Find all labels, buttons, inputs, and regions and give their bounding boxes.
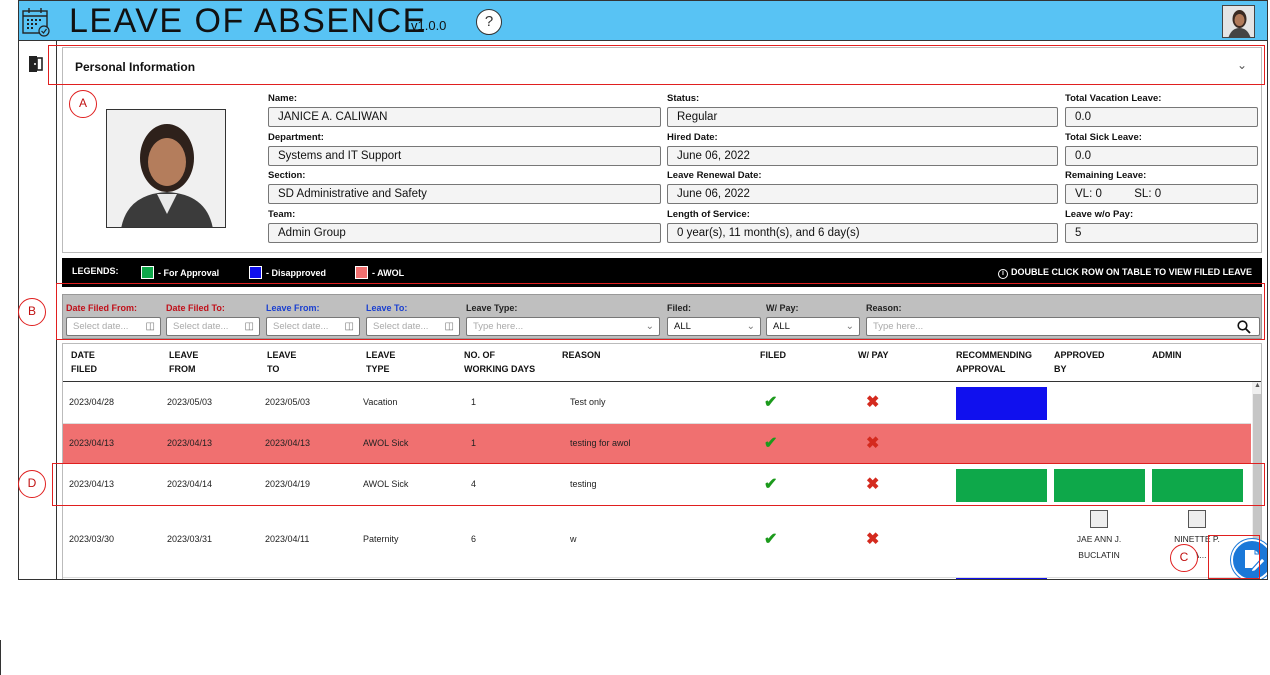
department-field: Department: Systems and IT Support xyxy=(268,132,661,166)
green-swatch xyxy=(141,266,154,279)
blue-swatch xyxy=(249,266,262,279)
renewal-date-field: Leave Renewal Date: June 06, 2022 xyxy=(667,170,1058,204)
status-value: Regular xyxy=(667,107,1058,127)
check-icon: ✔ xyxy=(764,435,778,452)
page-edge-line xyxy=(0,640,1,675)
cross-icon: ✖ xyxy=(866,531,880,548)
total-sick-field: Total Sick Leave: 0.0 xyxy=(1065,132,1258,166)
annotation-label-a: A xyxy=(69,90,97,118)
red-swatch xyxy=(355,266,368,279)
legend-for-approval: - For Approval xyxy=(141,266,219,279)
leave-wo-pay-value: 5 xyxy=(1065,223,1258,243)
annotation-label-d: D xyxy=(18,470,46,498)
leave-wo-pay-field: Leave w/o Pay: 5 xyxy=(1065,209,1258,243)
annotation-box-b xyxy=(56,283,1265,340)
col-reason[interactable]: REASON xyxy=(562,348,601,362)
employee-portrait xyxy=(107,110,225,227)
remaining-leave-field: Remaining Leave: VL: 0 SL: 0 xyxy=(1065,170,1258,204)
section-field: Section: SD Administrative and Safety xyxy=(268,170,661,204)
remaining-leave-value: VL: 0 SL: 0 xyxy=(1065,184,1258,204)
header-bar: LEAVE OF ABSENCE v1.0.0 ? xyxy=(19,1,1267,41)
hired-date-value: June 06, 2022 xyxy=(667,146,1058,166)
col-admin[interactable]: ADMIN xyxy=(1152,348,1182,362)
personal-info-panel: Name: JANICE A. CALIWAN Department: Syst… xyxy=(62,85,1262,253)
team-value: Admin Group xyxy=(268,223,661,243)
renewal-date-value: June 06, 2022 xyxy=(667,184,1058,204)
status-disapproved xyxy=(956,578,1047,579)
col-approved-by[interactable]: APPROVED BY xyxy=(1054,348,1105,376)
remaining-sl: SL: 0 xyxy=(1134,188,1162,200)
leave-table: DATE FILED LEAVE FROM LEAVE TO LEAVE TYPE NO… xyxy=(62,343,1262,579)
status-field: Status: Regular xyxy=(667,93,1058,127)
scroll-up-icon[interactable]: ▲ xyxy=(1252,382,1261,389)
app-version: v1.0.0 xyxy=(411,18,447,33)
table-row-awol[interactable]: 2023/04/13 2023/04/13 2023/04/13 AWOL Si… xyxy=(63,424,1251,464)
approver-approved-by: JAE ANN J. BUCLATIN xyxy=(1051,510,1147,563)
user-silhouette-icon xyxy=(1223,6,1254,37)
remaining-vl: VL: 0 xyxy=(1075,188,1102,200)
check-icon: ✔ xyxy=(764,531,778,548)
name-value: JANICE A. CALIWAN xyxy=(268,107,661,127)
approver-avatar xyxy=(1188,510,1206,528)
annotation-label-c: C xyxy=(1170,544,1198,572)
col-leave-to[interactable]: LEAVE TO xyxy=(267,348,296,376)
user-avatar[interactable] xyxy=(1222,5,1255,38)
status-disapproved xyxy=(956,387,1047,420)
app-title: LEAVE OF ABSENCE xyxy=(69,2,427,40)
total-vacation-value: 0.0 xyxy=(1065,107,1258,127)
legend-awol: - AWOL xyxy=(355,266,404,279)
length-of-service-field: Length of Service: 0 year(s), 11 month(s… xyxy=(667,209,1058,243)
col-w-pay[interactable]: W/ PAY xyxy=(858,348,889,362)
col-leave-from[interactable]: LEAVE FROM xyxy=(169,348,198,376)
employee-photo xyxy=(106,109,226,228)
calendar-check-icon xyxy=(22,8,50,37)
legend-note: i DOUBLE CLICK ROW ON TABLE TO VIEW FILED… xyxy=(998,267,1252,279)
annotation-box-c xyxy=(1208,535,1260,579)
team-field: Team: Admin Group xyxy=(268,209,661,243)
logout-icon[interactable] xyxy=(28,55,44,73)
cross-icon: ✖ xyxy=(866,435,880,452)
name-field: Name: JANICE A. CALIWAN xyxy=(268,93,661,127)
annotation-box-a xyxy=(48,45,1265,85)
col-leave-type[interactable]: LEAVE TYPE xyxy=(366,348,395,376)
info-icon: i xyxy=(998,269,1008,279)
cross-icon: ✖ xyxy=(866,394,880,411)
approver-avatar xyxy=(1090,510,1108,528)
col-filed[interactable]: FILED xyxy=(760,348,786,362)
section-value: SD Administrative and Safety xyxy=(268,184,661,204)
annotation-label-b: B xyxy=(18,298,46,326)
col-recommending[interactable]: RECOMMENDING APPROVAL xyxy=(956,348,1032,376)
legend-disapproved: - Disapproved xyxy=(249,266,326,279)
annotation-box-d xyxy=(52,463,1265,506)
legend-title: LEGENDS: xyxy=(72,266,119,276)
table-row[interactable]: 2023/04/28 2023/05/03 2023/05/03 Vacatio… xyxy=(63,382,1251,424)
department-value: Systems and IT Support xyxy=(268,146,661,166)
length-of-service-value: 0 year(s), 11 month(s), and 6 day(s) xyxy=(667,223,1058,243)
col-working-days[interactable]: NO. OF WORKING DAYS xyxy=(464,348,535,376)
col-date-filed[interactable]: DATE FILED xyxy=(71,348,97,376)
total-sick-value: 0.0 xyxy=(1065,146,1258,166)
total-vacation-field: Total Vacation Leave: 0.0 xyxy=(1065,93,1258,127)
table-row[interactable]: 2023/03/30 2023/03/31 2023/04/11 Paterni… xyxy=(63,506,1251,578)
check-icon: ✔ xyxy=(764,394,778,411)
help-button[interactable]: ? xyxy=(476,9,502,35)
hired-date-field: Hired Date: June 06, 2022 xyxy=(667,132,1058,166)
